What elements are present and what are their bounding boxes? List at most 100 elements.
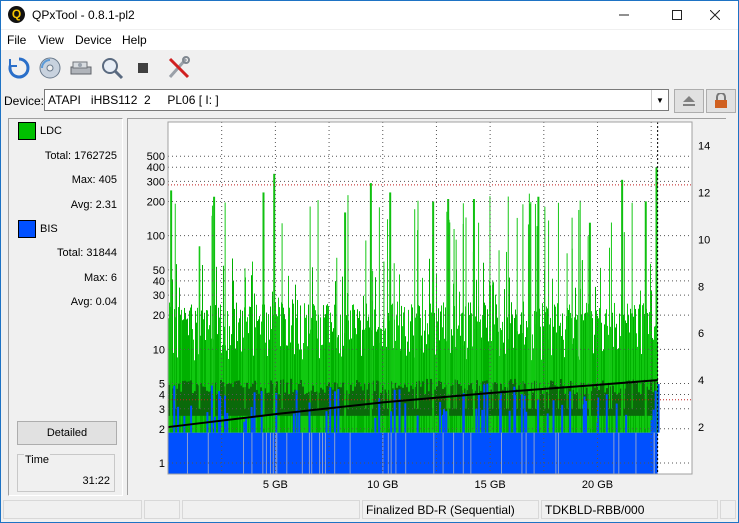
- ldc-dense-band: [450, 386, 452, 416]
- bis-gap: [555, 432, 557, 474]
- menu-help[interactable]: Help: [122, 33, 147, 47]
- ldc-bar: [424, 330, 425, 433]
- y-left-tick-label: 20: [153, 310, 165, 322]
- detailed-button[interactable]: Detailed: [17, 421, 117, 445]
- menu-file[interactable]: File: [7, 33, 26, 47]
- ldc-bar: [452, 335, 453, 433]
- device-button[interactable]: [68, 55, 94, 81]
- bis-gap: [521, 432, 523, 474]
- ldc-dense-band: [406, 387, 408, 416]
- app-window: Q QPxTool - 0.8.1-pl2 File View Device H…: [0, 0, 739, 523]
- bis-spike: [224, 395, 227, 433]
- ldc-dense-band: [304, 394, 306, 416]
- ldc-dense-band: [332, 389, 334, 416]
- bis-spike: [177, 406, 180, 433]
- ldc-spike: [566, 253, 568, 409]
- bis-gap: [324, 432, 326, 474]
- ldc-spike: [446, 211, 448, 409]
- x-tick-label: 5 GB: [263, 479, 288, 491]
- ldc-bar: [192, 329, 193, 433]
- stop-button[interactable]: [130, 55, 156, 81]
- ldc-spike: [309, 206, 311, 409]
- bis-spike: [308, 402, 311, 433]
- bis-gap: [390, 432, 392, 474]
- ldc-dense-band: [408, 391, 410, 416]
- ldc-spike: [472, 251, 474, 409]
- ldc-dense-band: [424, 394, 426, 416]
- ldc-dense-band: [354, 386, 356, 416]
- ldc-spike: [449, 222, 451, 409]
- ldc-dense-band: [576, 392, 578, 416]
- close-button[interactable]: [692, 1, 738, 29]
- settings-button[interactable]: [166, 55, 192, 81]
- ldc-avg: Avg: 2.31: [70, 199, 117, 211]
- y-right-tick-label: 6: [698, 328, 704, 340]
- bis-gap: [311, 432, 313, 474]
- ldc-spike: [224, 202, 226, 409]
- status-disc-type: Finalized BD-R (Sequential): [362, 500, 539, 519]
- ldc-bar: [364, 329, 365, 433]
- ldc-spike: [174, 203, 176, 409]
- ldc-bar: [421, 335, 422, 433]
- bis-spike: [374, 417, 377, 433]
- menu-device[interactable]: Device: [75, 33, 112, 47]
- bis-spike: [561, 404, 564, 433]
- ldc-dense-band: [618, 392, 620, 416]
- ldc-bar: [502, 321, 503, 433]
- eject-button[interactable]: [674, 89, 704, 113]
- bis-spike: [253, 392, 256, 433]
- bis-gap: [525, 432, 527, 474]
- ldc-spike: [631, 202, 633, 409]
- ldc-bar: [333, 328, 334, 433]
- ldc-spike: [281, 223, 283, 409]
- lock-button[interactable]: [706, 89, 736, 113]
- ldc-dense-band: [612, 385, 614, 416]
- ldc-spike: [492, 280, 494, 409]
- dropdown-arrow-icon[interactable]: ▼: [651, 90, 668, 110]
- y-right-tick-label: 12: [698, 187, 710, 199]
- ldc-dense-band: [376, 380, 378, 416]
- bis-gap: [500, 432, 502, 474]
- ldc-spike: [347, 195, 349, 409]
- ldc-spike: [578, 209, 580, 409]
- ldc-bar: [367, 320, 368, 433]
- device-select[interactable]: ATAPI iHBS112 2 PL06 [ I: ] ▼: [44, 89, 669, 111]
- minimize-button[interactable]: [601, 1, 647, 29]
- refresh-button[interactable]: [6, 55, 32, 81]
- ldc-bar: [573, 338, 574, 433]
- ldc-dense-band: [426, 378, 428, 416]
- ldc-dense-band: [604, 392, 606, 416]
- ldc-bar: [385, 328, 386, 433]
- ldc-peak: [644, 201, 647, 429]
- bis-gap: [533, 432, 535, 474]
- ldc-dense-band: [286, 382, 288, 416]
- menu-view[interactable]: View: [38, 33, 64, 47]
- y-right-tick-label: 2: [698, 422, 704, 434]
- bis-spike: [245, 418, 248, 433]
- ldc-bar: [410, 321, 411, 433]
- title-bar[interactable]: Q QPxTool - 0.8.1-pl2: [1, 1, 738, 29]
- bis-gap: [207, 432, 209, 474]
- ldc-max: Max: 405: [71, 174, 117, 186]
- bis-gap: [618, 432, 620, 474]
- bis-spike: [481, 409, 484, 433]
- scan-button[interactable]: [99, 55, 125, 81]
- ldc-dense-band: [356, 380, 358, 416]
- ldc-bar: [362, 329, 363, 433]
- ldc-dense-band: [306, 393, 308, 416]
- ldc-bar: [458, 325, 459, 433]
- ldc-dense-band: [312, 385, 314, 416]
- ldc-bar: [519, 333, 520, 433]
- bis-spike: [462, 393, 465, 433]
- disc-icon: [39, 57, 61, 79]
- bis-spike: [654, 390, 657, 433]
- ldc-spike: [530, 201, 532, 409]
- ldc-peak: [344, 212, 347, 429]
- ldc-bar: [349, 339, 350, 433]
- ldc-spike: [498, 250, 500, 409]
- disc-info-button[interactable]: [37, 55, 63, 81]
- ldc-bar: [269, 339, 270, 433]
- bis-spike: [298, 410, 301, 433]
- ldc-spike: [506, 251, 508, 409]
- ldc-dense-band: [636, 380, 638, 416]
